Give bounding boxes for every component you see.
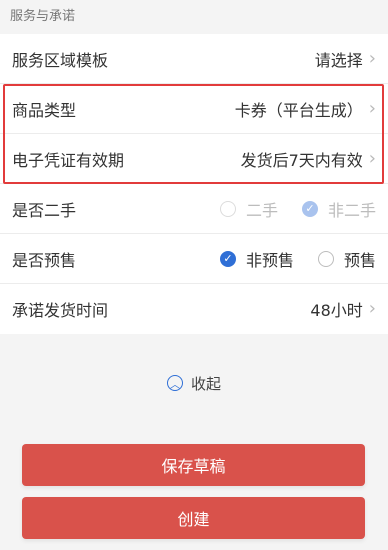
second-hand-row: 是否二手 二手 ✓ 非二手: [0, 184, 388, 234]
shipping-time-value-wrap: 48小时 ›: [310, 297, 376, 321]
second-hand-radio-group: 二手 ✓ 非二手: [219, 197, 376, 221]
voucher-validity-row[interactable]: 电子凭证有效期 发货后7天内有效 ›: [0, 134, 388, 184]
chevron-right-icon: ›: [368, 47, 376, 69]
product-type-value: 卡券（平台生成）: [234, 100, 363, 120]
product-type-label: 商品类型: [12, 100, 77, 120]
chevron-up-circle-icon: ︿: [166, 375, 183, 391]
radio-checked-icon: ✓: [301, 200, 318, 217]
presale-row: 是否预售 ✓ 非预售 预售: [0, 234, 388, 284]
save-draft-button[interactable]: 保存草稿: [22, 444, 365, 486]
chevron-right-icon: ›: [368, 97, 376, 119]
second-hand-label: 是否二手: [12, 200, 77, 220]
voucher-validity-value-wrap: 发货后7天内有效 ›: [241, 147, 376, 171]
presale-option-no[interactable]: 非预售: [246, 247, 294, 271]
voucher-validity-value: 发货后7天内有效: [240, 150, 363, 170]
presale-radio-group: ✓ 非预售 预售: [219, 247, 376, 271]
radio-unchecked-icon: [219, 200, 236, 217]
service-area-value: 请选择: [314, 50, 363, 70]
chevron-right-icon: ›: [368, 147, 376, 169]
voucher-validity-label: 电子凭证有效期: [12, 150, 125, 170]
presale-label: 是否预售: [12, 250, 77, 270]
shipping-time-label: 承诺发货时间: [12, 301, 109, 320]
shipping-time-row[interactable]: 承诺发货时间 48小时 ›: [0, 284, 388, 334]
shipping-time-value: 48小时: [310, 301, 363, 320]
chevron-right-icon: ›: [368, 298, 376, 319]
service-area-row[interactable]: 服务区域模板 请选择 ›: [0, 34, 388, 84]
service-area-label: 服务区域模板: [12, 50, 109, 70]
product-type-row[interactable]: 商品类型 卡券（平台生成） ›: [0, 84, 388, 134]
service-area-value-wrap: 请选择 ›: [315, 47, 376, 71]
presale-option-yes[interactable]: 预售: [344, 247, 376, 271]
create-button[interactable]: 创建: [22, 497, 365, 539]
product-type-value-wrap: 卡券（平台生成） ›: [235, 97, 376, 121]
section-title: 服务与承诺: [0, 0, 388, 34]
service-commitment-group: 服务区域模板 请选择 › 商品类型 卡券（平台生成） › 电子凭证有效期 发货后…: [0, 34, 388, 334]
radio-unchecked-icon[interactable]: [317, 250, 334, 267]
collapse-toggle[interactable]: ︿ 收起: [0, 360, 388, 406]
second-hand-option-no: 非二手: [327, 200, 376, 220]
second-hand-option-yes: 二手: [245, 200, 278, 220]
radio-checked-icon[interactable]: ✓: [219, 250, 236, 267]
collapse-label: 收起: [190, 374, 221, 393]
